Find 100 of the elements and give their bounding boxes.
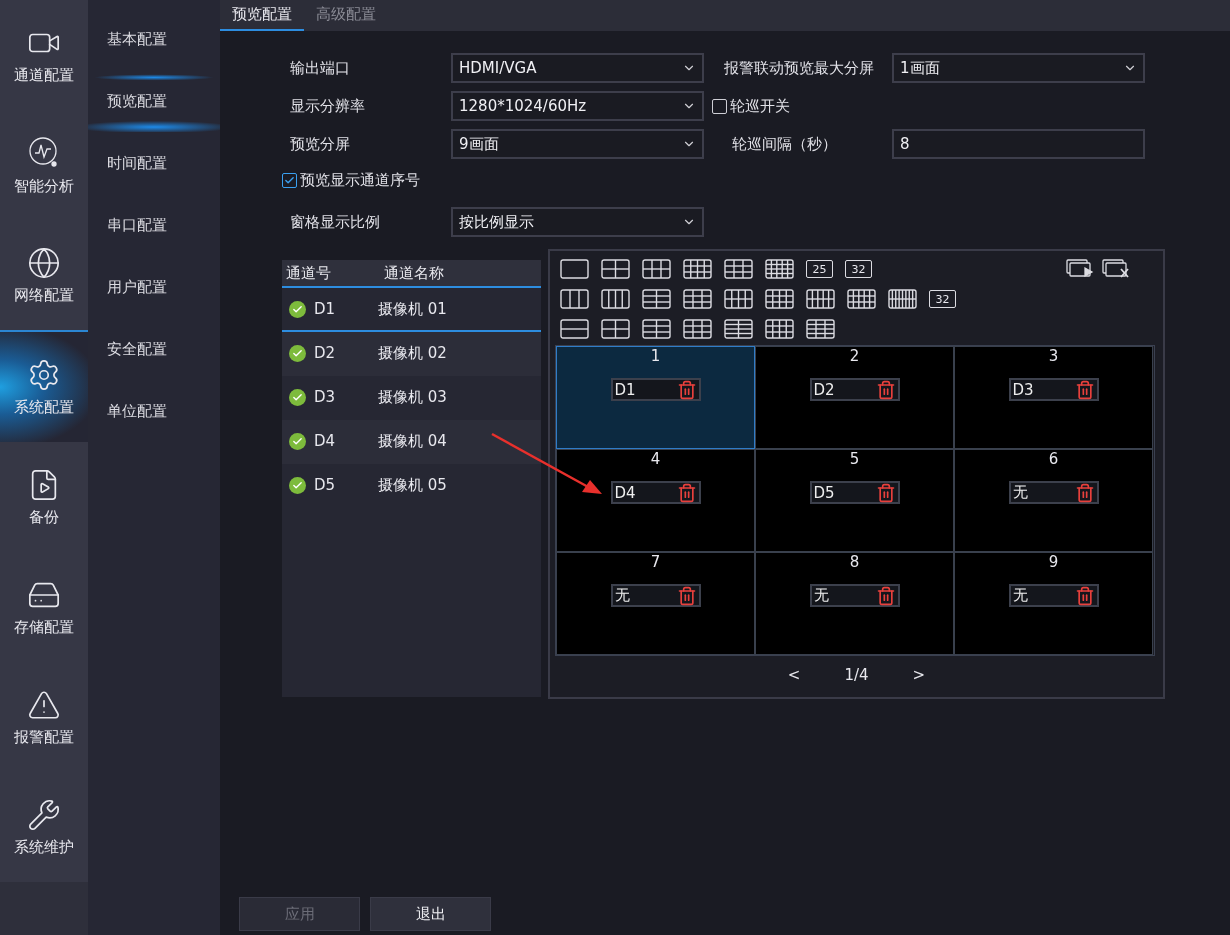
output-port-dropdown[interactable]: HDMI/VGA <box>451 53 704 83</box>
layout-icon[interactable] <box>601 319 630 339</box>
table-cell: D5 <box>314 476 336 494</box>
channel-row[interactable]: D2 摄像机 02 <box>282 332 541 376</box>
delete-icon[interactable] <box>1074 585 1095 606</box>
table-cell: D2 <box>314 344 336 362</box>
nav-item[interactable]: 通道配置 <box>0 0 88 110</box>
play-windows-icon[interactable] <box>1066 259 1094 279</box>
layout-icon[interactable] <box>560 259 589 279</box>
nav-item[interactable]: 智能分析 <box>0 110 88 220</box>
submenu-item[interactable]: 串口配置 <box>88 194 220 256</box>
layout-icon[interactable] <box>560 289 589 309</box>
close-windows-icon[interactable] <box>1102 259 1130 279</box>
online-status-icon <box>289 300 306 318</box>
pane-number: 6 <box>1048 450 1059 468</box>
field-label: 窗格显示比例 <box>289 212 381 232</box>
checkmark-icon <box>284 174 295 186</box>
layout-icon[interactable] <box>683 259 712 279</box>
delete-icon[interactable] <box>875 379 896 400</box>
channel-chip: 无 <box>610 584 701 607</box>
preview-pane[interactable]: 6 无 <box>954 449 1153 552</box>
submenu-item[interactable]: 基本配置 <box>88 8 220 70</box>
channel-chip: D3 <box>1008 378 1099 401</box>
layout-icon[interactable] <box>806 289 835 309</box>
online-status-icon <box>289 344 306 362</box>
delete-icon[interactable] <box>875 482 896 503</box>
layout-icon[interactable] <box>683 319 712 339</box>
channel-chip: D4 <box>610 481 701 504</box>
preview-pane[interactable]: 9 无 <box>954 552 1153 655</box>
preview-pane[interactable]: 3 D3 <box>954 346 1153 449</box>
layout-icon[interactable] <box>765 319 794 339</box>
delete-icon[interactable] <box>1074 379 1095 400</box>
page-indicator: 1/4 <box>844 666 869 684</box>
layout-icon[interactable] <box>642 289 671 309</box>
layout-button[interactable]: 25 <box>806 260 833 278</box>
submenu-item[interactable]: 单位配置 <box>88 380 220 442</box>
globe-icon <box>27 245 61 280</box>
delete-icon[interactable] <box>1074 482 1095 503</box>
delete-icon[interactable] <box>676 379 697 400</box>
layout-icon[interactable] <box>724 259 753 279</box>
delete-icon[interactable] <box>875 585 896 606</box>
nav-item[interactable]: 存储配置 <box>0 552 88 662</box>
layout-icon[interactable] <box>601 259 630 279</box>
field-label: 输出端口 <box>289 58 351 78</box>
layout-icon[interactable] <box>724 319 753 339</box>
preview-pane[interactable]: 2 D2 <box>755 346 954 449</box>
channel-number-checkbox[interactable] <box>282 172 297 188</box>
table-cell: 摄像机 05 <box>378 475 447 495</box>
column-header: 通道号 <box>285 263 332 283</box>
layout-icon[interactable] <box>765 259 794 279</box>
submenu-item[interactable]: 时间配置 <box>88 132 220 194</box>
layout-icon[interactable] <box>806 319 835 339</box>
pane-number: 1 <box>650 347 661 365</box>
layout-icon[interactable] <box>765 289 794 309</box>
action-button[interactable]: 退出 <box>370 897 491 931</box>
pane-number: 5 <box>849 450 860 468</box>
layout-icon[interactable] <box>847 289 876 309</box>
submenu-item[interactable]: 安全配置 <box>88 318 220 380</box>
interval-input[interactable]: 8 <box>892 129 1145 159</box>
table-cell: D3 <box>314 388 336 406</box>
layout-icon[interactable] <box>601 289 630 309</box>
aspect-ratio-dropdown[interactable]: 按比例显示 <box>451 207 704 237</box>
nav-item[interactable]: 备份 <box>0 442 88 552</box>
layout-icon[interactable] <box>642 259 671 279</box>
delete-icon[interactable] <box>676 585 697 606</box>
previous-page-button[interactable]: < <box>783 666 805 684</box>
layout-button[interactable]: 32 <box>929 290 956 308</box>
layout-icon[interactable] <box>724 289 753 309</box>
alarm-split-dropdown[interactable]: 1画面 <box>892 53 1145 83</box>
nav-item[interactable]: 报警配置 <box>0 662 88 772</box>
layout-icon[interactable] <box>642 319 671 339</box>
layout-button[interactable]: 32 <box>845 260 872 278</box>
layout-icon[interactable] <box>560 319 589 339</box>
preview-pane[interactable]: 5 D5 <box>755 449 954 552</box>
preview-pane[interactable]: 8 无 <box>755 552 954 655</box>
resolution-dropdown[interactable]: 1280*1024/60Hz <box>451 91 704 121</box>
tab[interactable]: 高级配置 <box>304 0 388 31</box>
tab[interactable]: 预览配置 <box>220 0 304 31</box>
pane-number: 3 <box>1048 347 1059 365</box>
nav-item[interactable]: 系统配置 <box>0 330 88 442</box>
patrol-checkbox[interactable] <box>712 98 727 114</box>
column-header: 通道名称 <box>383 263 446 283</box>
layout-icon[interactable] <box>683 289 712 309</box>
nav-item[interactable]: 网络配置 <box>0 220 88 330</box>
next-page-button[interactable]: > <box>908 666 930 684</box>
submenu-item[interactable]: 用户配置 <box>88 256 220 318</box>
preview-pane[interactable]: 1 D1 <box>556 346 755 449</box>
checkbox-label: 轮巡开关 <box>730 96 790 116</box>
channel-row[interactable]: D4 摄像机 04 <box>282 420 541 464</box>
table-cell: 摄像机 03 <box>378 387 447 407</box>
preview-pane[interactable]: 4 D4 <box>556 449 755 552</box>
layout-icon[interactable] <box>888 289 917 309</box>
nav-item[interactable]: 系统维护 <box>0 772 88 882</box>
pane-number: 9 <box>1048 553 1059 571</box>
pane-number: 8 <box>849 553 860 571</box>
delete-icon[interactable] <box>676 482 697 503</box>
channel-chip: 无 <box>1008 481 1099 504</box>
preview-pane[interactable]: 7 无 <box>556 552 755 655</box>
preview-split-dropdown[interactable]: 9画面 <box>451 129 704 159</box>
field-label: 显示分辨率 <box>289 96 366 116</box>
